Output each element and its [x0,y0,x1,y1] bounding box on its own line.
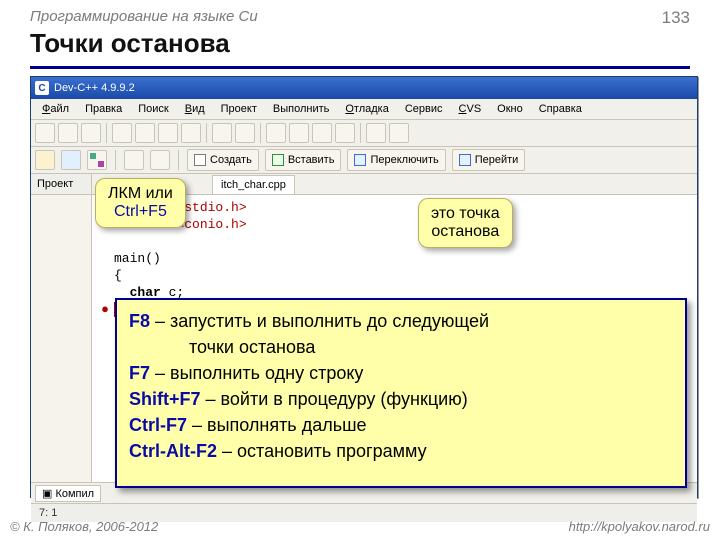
tool-button[interactable] [289,123,309,143]
footer-copyright: © К. Поляков, 2006-2012 [10,519,158,534]
code-main: main() [114,251,161,266]
create-label: Создать [210,154,252,166]
tool-button[interactable] [235,123,255,143]
window-titlebar: C Dev-C++ 4.9.9.2 [31,77,697,99]
menu-edit[interactable]: Правка [78,102,129,116]
hotkey-desc: – войти в процедуру (функцию) [201,389,468,409]
tool-button[interactable] [266,123,286,143]
compiler-tab[interactable]: ▣ Компил [35,485,101,502]
menu-bar: Файл Правка Поиск Вид Проект Выполнить О… [31,99,697,120]
tool-button[interactable] [58,123,78,143]
title-rule [30,66,690,69]
hotkey-key: Ctrl-F7 [129,415,187,435]
tool-button[interactable] [158,123,178,143]
hotkey-key: Ctrl-Alt-F2 [129,441,217,461]
menu-run[interactable]: Выполнить [266,102,336,116]
goto-button[interactable]: Перейти [452,149,526,171]
sidebar: Проект [31,174,92,482]
menu-file[interactable]: Файл [35,102,76,116]
tool-button[interactable] [335,123,355,143]
tool-button[interactable] [181,123,201,143]
menu-window[interactable]: Окно [490,102,530,116]
tool-button[interactable] [150,150,170,170]
toolbar-separator [206,123,207,143]
breakpoint-marker[interactable]: ● [96,301,114,318]
menu-help[interactable]: Справка [532,102,589,116]
cursor-position: 7: 1 [39,507,57,519]
hotkey-row: F8 – запустить и выполнить до следующей [129,308,673,334]
callout-text: ЛКМ или [108,185,173,203]
insert-label: Вставить [288,154,335,166]
tool-button[interactable] [389,123,409,143]
toolbar-separator [360,123,361,143]
tool-button[interactable] [81,123,101,143]
callout-breakpoint: это точка останова [418,198,513,248]
hotkey-row: Ctrl-F7 – выполнять дальше [129,412,673,438]
toolbar-main [31,120,697,147]
hotkey-key: F8 [129,311,150,331]
tool-button[interactable] [212,123,232,143]
goto-label: Перейти [475,154,519,166]
code-include-lib: <stdio.h> [176,200,246,215]
window-title: Dev-C++ 4.9.9.2 [54,82,135,94]
callout-text: останова [431,223,500,241]
menu-debug[interactable]: Отладка [338,102,396,116]
menu-search[interactable]: Поиск [131,102,175,116]
tool-button[interactable] [124,150,144,170]
compiler-label: Компил [55,488,94,500]
tool-button[interactable] [112,123,132,143]
tool-button[interactable] [312,123,332,143]
menu-cvs[interactable]: CVS [452,102,489,116]
code-brace: { [114,268,122,283]
tool-button[interactable] [366,123,386,143]
hotkey-key: Shift+F7 [129,389,201,409]
tool-button[interactable] [61,150,81,170]
hotkey-desc: – запустить и выполнить до следующей [150,311,489,331]
toolbar-secondary: Создать Вставить Переключить Перейти [31,147,697,174]
hotkey-desc: – выполнить одну строку [150,363,363,383]
tool-button[interactable] [135,123,155,143]
insert-button[interactable]: Вставить [265,149,342,171]
hotkeys-box: F8 – запустить и выполнить до следующей … [115,298,687,488]
toolbar-separator [115,150,116,170]
sidebar-tab-project[interactable]: Проект [31,174,91,195]
tool-button[interactable] [35,150,55,170]
folder-icon: ▣ [42,488,55,500]
editor-tab[interactable]: itch_char.cpp [212,175,295,194]
toolbar-separator [260,123,261,143]
toolbar-separator [106,123,107,143]
hotkey-key: F7 [129,363,150,383]
slide: Программирование на языке Си 133 Точки о… [0,0,720,540]
menu-view[interactable]: Вид [178,102,212,116]
slide-category: Программирование на языке Си [30,8,258,25]
hotkey-row: Ctrl-Alt-F2 – остановить программу [129,438,673,464]
hotkey-desc: – остановить программу [217,441,427,461]
menu-service[interactable]: Сервис [398,102,450,116]
footer-url: http://kpolyakov.narod.ru [569,519,710,534]
app-icon: C [35,81,49,95]
menu-project[interactable]: Проект [214,102,264,116]
toolbar-separator [178,150,179,170]
callout-lkm: ЛКМ или Ctrl+F5 [95,178,186,228]
toggle-label: Переключить [370,154,438,166]
create-button[interactable]: Создать [187,149,259,171]
hotkey-row: Shift+F7 – войти в процедуру (функцию) [129,386,673,412]
hotkey-desc: – выполнять дальше [187,415,367,435]
slide-title: Точки останова [30,28,230,59]
callout-text: это точка [431,205,500,223]
page-number: 133 [662,8,690,28]
code-include-lib: <conio.h> [176,217,246,232]
tool-button[interactable] [87,150,107,170]
toggle-button[interactable]: Переключить [347,149,445,171]
hotkey-cont: точки останова [129,334,673,360]
callout-hotkey: Ctrl+F5 [108,203,173,221]
tool-button[interactable] [35,123,55,143]
hotkey-row: F7 – выполнить одну строку [129,360,673,386]
